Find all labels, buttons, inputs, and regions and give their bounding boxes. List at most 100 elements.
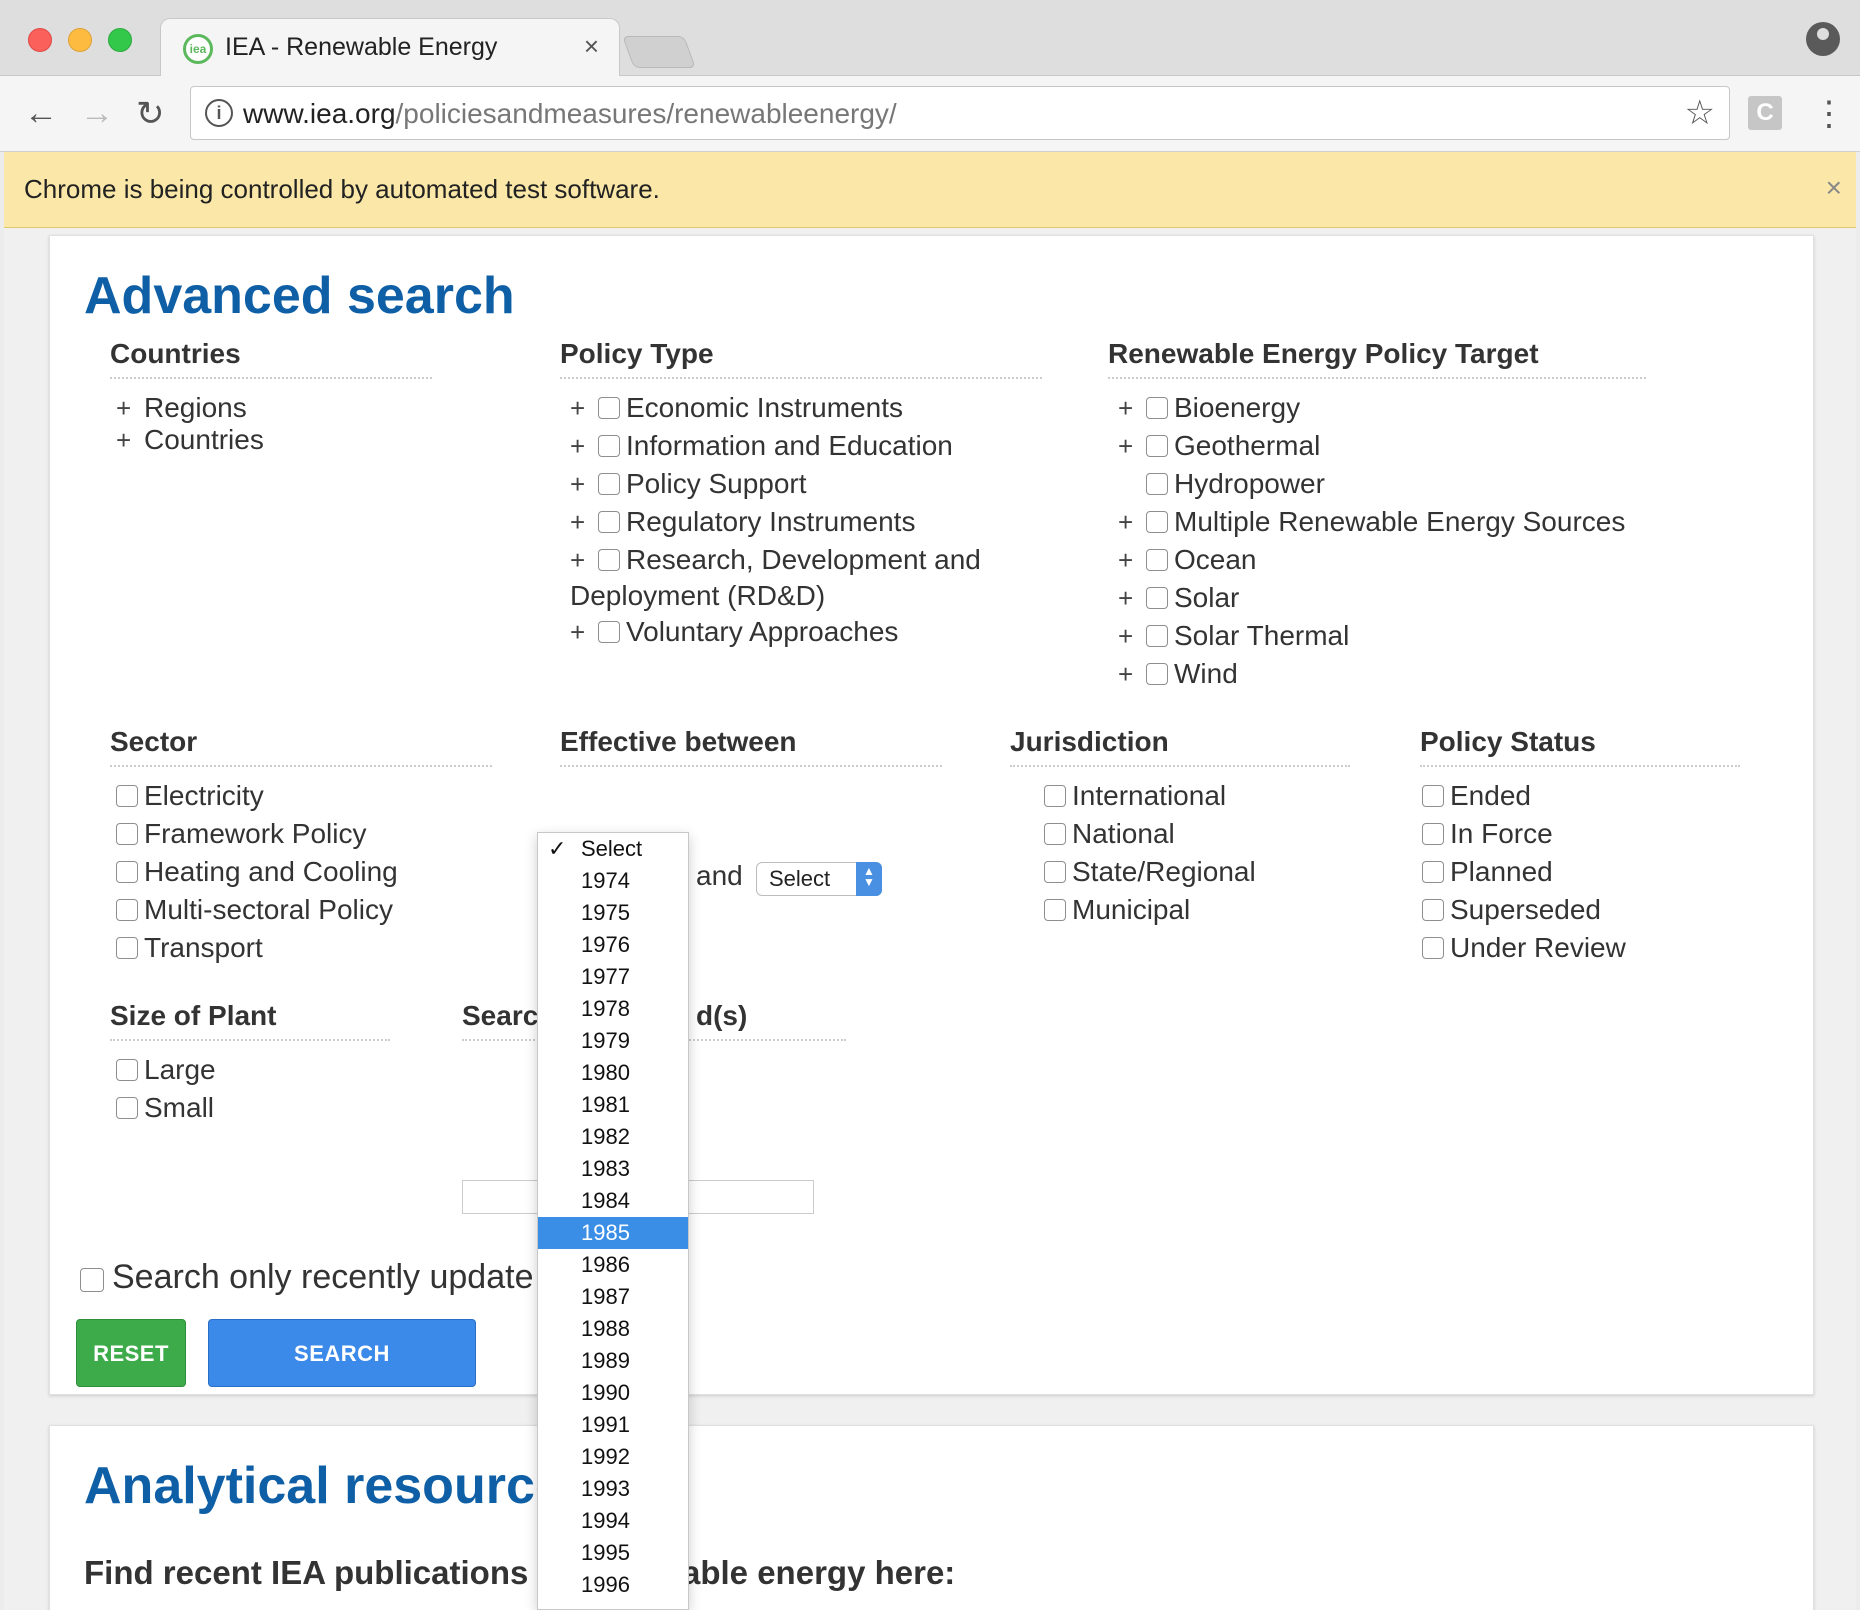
bookmark-star-icon[interactable]: ☆ bbox=[1685, 93, 1715, 133]
checkbox[interactable] bbox=[116, 937, 138, 959]
checkbox[interactable] bbox=[116, 899, 138, 921]
expand-plus-icon[interactable]: + bbox=[570, 469, 592, 500]
minimize-window-button[interactable] bbox=[68, 28, 92, 52]
dropdown-option[interactable]: 1991 bbox=[538, 1409, 688, 1441]
year-dropdown-list[interactable]: ✓ Select 1974 1975 1976 1977 1978 1979 1980 1981 1… bbox=[537, 832, 689, 1610]
infobar-close-icon[interactable]: × bbox=[1826, 172, 1842, 204]
jurisdiction-international[interactable]: International bbox=[1044, 778, 1226, 814]
jurisdiction-national[interactable]: National bbox=[1044, 816, 1175, 852]
sector-electricity[interactable]: Electricity bbox=[116, 778, 264, 814]
expand-plus-icon[interactable]: + bbox=[570, 617, 592, 648]
dropdown-option[interactable]: 1985 bbox=[538, 1217, 688, 1249]
expand-plus-icon[interactable]: + bbox=[1118, 583, 1140, 614]
checkbox[interactable] bbox=[1146, 549, 1168, 571]
dropdown-option[interactable]: 1979 bbox=[538, 1025, 688, 1057]
tree-item-countries[interactable]: + Countries bbox=[116, 422, 264, 458]
status-under-review[interactable]: Under Review bbox=[1422, 930, 1626, 966]
checkbox[interactable] bbox=[598, 549, 620, 571]
dropdown-option[interactable]: 1984 bbox=[538, 1185, 688, 1217]
policy-type-economic[interactable]: + Economic Instruments bbox=[570, 390, 903, 426]
expand-plus-icon[interactable]: + bbox=[1118, 431, 1140, 462]
dropdown-option[interactable]: 1993 bbox=[538, 1473, 688, 1505]
dropdown-option[interactable]: 1978 bbox=[538, 993, 688, 1025]
policy-type-information[interactable]: + Information and Education bbox=[570, 428, 953, 464]
target-wind[interactable]: + Wind bbox=[1118, 656, 1238, 692]
profile-icon[interactable] bbox=[1806, 22, 1840, 56]
dropdown-option[interactable]: 1974 bbox=[538, 865, 688, 897]
expand-plus-icon[interactable]: + bbox=[1118, 507, 1140, 538]
checkbox[interactable] bbox=[1422, 823, 1444, 845]
new-tab-button[interactable] bbox=[622, 36, 696, 68]
plant-large[interactable]: Large bbox=[116, 1052, 216, 1088]
status-superseded[interactable]: Superseded bbox=[1422, 892, 1601, 928]
checkbox[interactable] bbox=[1146, 435, 1168, 457]
sector-heating[interactable]: Heating and Cooling bbox=[116, 854, 398, 890]
reset-button[interactable]: RESET bbox=[76, 1319, 186, 1387]
target-multiple[interactable]: + Multiple Renewable Energy Sources bbox=[1118, 504, 1625, 540]
url-text[interactable]: www.iea.org/policiesandmeasures/renewabl… bbox=[243, 98, 897, 130]
dropdown-option[interactable]: 1992 bbox=[538, 1441, 688, 1473]
forward-arrow-icon[interactable]: → bbox=[80, 94, 114, 133]
checkbox[interactable] bbox=[1044, 785, 1066, 807]
checkbox[interactable] bbox=[116, 785, 138, 807]
dropdown-option[interactable]: 1983 bbox=[538, 1153, 688, 1185]
dropdown-option[interactable]: 1996 bbox=[538, 1569, 688, 1601]
close-window-button[interactable] bbox=[28, 28, 52, 52]
checkbox[interactable] bbox=[1146, 587, 1168, 609]
checkbox[interactable] bbox=[598, 473, 620, 495]
expand-plus-icon[interactable]: + bbox=[570, 545, 592, 576]
jurisdiction-state[interactable]: State/Regional bbox=[1044, 854, 1256, 890]
target-solar[interactable]: + Solar bbox=[1118, 580, 1239, 616]
dropdown-option[interactable]: 1980 bbox=[538, 1057, 688, 1089]
checkbox[interactable] bbox=[1146, 473, 1168, 495]
dropdown-option[interactable]: 1989 bbox=[538, 1345, 688, 1377]
dropdown-option[interactable]: 1977 bbox=[538, 961, 688, 993]
expand-plus-icon[interactable]: + bbox=[116, 393, 138, 424]
tree-item-regions[interactable]: + Regions bbox=[116, 390, 247, 426]
sector-transport[interactable]: Transport bbox=[116, 930, 263, 966]
tab-close-icon[interactable]: × bbox=[584, 31, 599, 62]
expand-plus-icon[interactable]: + bbox=[570, 507, 592, 538]
dropdown-option[interactable]: ✓ Select bbox=[538, 833, 688, 865]
checkbox[interactable] bbox=[598, 397, 620, 419]
checkbox[interactable] bbox=[598, 621, 620, 643]
checkbox[interactable] bbox=[598, 511, 620, 533]
target-geothermal[interactable]: + Geothermal bbox=[1118, 428, 1320, 464]
dropdown-option[interactable]: 1981 bbox=[538, 1089, 688, 1121]
kebab-menu-icon[interactable]: ⋮ bbox=[1812, 94, 1846, 134]
checkbox[interactable] bbox=[1146, 625, 1168, 647]
dropdown-option[interactable]: 1995 bbox=[538, 1537, 688, 1569]
status-planned[interactable]: Planned bbox=[1422, 854, 1553, 890]
checkbox[interactable] bbox=[1044, 823, 1066, 845]
policy-type-voluntary[interactable]: + Voluntary Approaches bbox=[570, 614, 898, 650]
checkbox[interactable] bbox=[1422, 899, 1444, 921]
expand-plus-icon[interactable]: + bbox=[116, 425, 138, 456]
expand-plus-icon[interactable]: + bbox=[570, 431, 592, 462]
search-button[interactable]: SEARCH bbox=[208, 1319, 476, 1387]
tab-iea[interactable]: iea IEA - Renewable Energy × bbox=[160, 18, 620, 76]
address-bar[interactable]: i www.iea.org/policiesandmeasures/renewa… bbox=[190, 86, 1730, 140]
policy-type-rdd[interactable]: + Research, Development and bbox=[570, 542, 981, 578]
target-hydropower[interactable]: Hydropower bbox=[1118, 466, 1325, 502]
expand-plus-icon[interactable]: + bbox=[570, 393, 592, 424]
info-icon[interactable]: i bbox=[205, 99, 233, 127]
checkbox[interactable] bbox=[116, 1059, 138, 1081]
checkbox[interactable] bbox=[1422, 861, 1444, 883]
dropdown-option[interactable]: 1988 bbox=[538, 1313, 688, 1345]
policy-type-regulatory[interactable]: + Regulatory Instruments bbox=[570, 504, 915, 540]
recent-checkbox[interactable] bbox=[80, 1268, 104, 1292]
policy-type-support[interactable]: + Policy Support bbox=[570, 466, 807, 502]
dropdown-option[interactable]: 1976 bbox=[538, 929, 688, 961]
reload-icon[interactable]: ↻ bbox=[136, 94, 165, 134]
plant-small[interactable]: Small bbox=[116, 1090, 214, 1126]
expand-plus-icon[interactable]: + bbox=[1118, 659, 1140, 690]
checkbox[interactable] bbox=[1422, 937, 1444, 959]
dropdown-option[interactable]: 1990 bbox=[538, 1377, 688, 1409]
target-ocean[interactable]: + Ocean bbox=[1118, 542, 1257, 578]
dropdown-option[interactable]: 1987 bbox=[538, 1281, 688, 1313]
effective-to-select[interactable]: Select ▲ ▼ bbox=[756, 862, 882, 896]
checkbox[interactable] bbox=[1146, 663, 1168, 685]
target-bioenergy[interactable]: + Bioenergy bbox=[1118, 390, 1300, 426]
dropdown-option[interactable]: 1982 bbox=[538, 1121, 688, 1153]
maximize-window-button[interactable] bbox=[108, 28, 132, 52]
